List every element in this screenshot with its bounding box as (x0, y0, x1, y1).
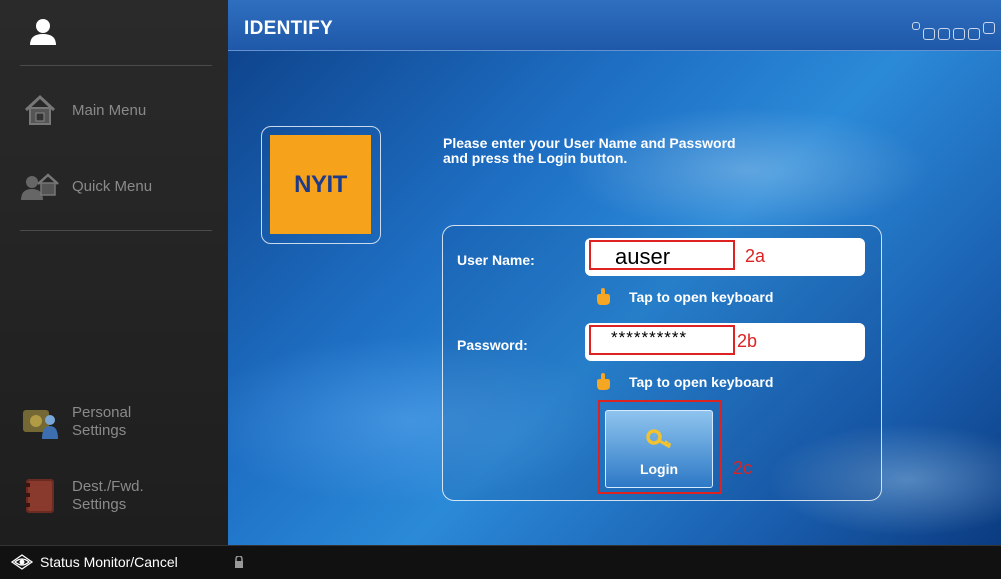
login-label: Login (639, 461, 679, 477)
page-title: IDENTIFY (244, 18, 333, 39)
sidebar-item-label: Quick Menu (72, 177, 153, 195)
address-book-icon (20, 478, 60, 514)
keyboard-hint-text: Tap to open keyboard (629, 289, 774, 305)
pointing-hand-icon (597, 288, 610, 305)
sidebar-item-dest-fwd-settings[interactable]: Dest./Fwd. Settings (20, 478, 144, 514)
sidebar-item-personal-settings[interactable]: Personal Settings (20, 404, 131, 440)
username-keyboard-hint[interactable]: Tap to open keyboard (595, 288, 773, 306)
status-monitor-label: Status Monitor/Cancel (40, 554, 178, 570)
username-label: User Name: (457, 252, 535, 268)
annotation-label: 2b (737, 331, 758, 351)
pointing-hand-icon (597, 373, 610, 390)
divider (20, 65, 212, 66)
status-bar: Status Monitor/Cancel (0, 545, 1001, 579)
keyboard-hint-text: Tap to open keyboard (629, 374, 774, 390)
nyit-logo: NYIT (270, 135, 371, 234)
password-value: ********** (611, 328, 688, 347)
sidebar: Main Menu Quick Menu Personal Settings D… (0, 0, 228, 545)
username-field[interactable]: auser 2a (585, 238, 865, 276)
password-label: Password: (457, 337, 528, 353)
main-panel: IDENTIFY NYIT Please enter your User Nam… (228, 0, 1001, 545)
logo-text: NYIT (294, 170, 347, 198)
eye-icon (10, 554, 34, 570)
password-field[interactable]: ********** 2b (585, 323, 865, 361)
title-bar: IDENTIFY (228, 0, 1001, 51)
user-area[interactable] (0, 0, 228, 64)
key-icon (646, 429, 672, 449)
sidebar-item-label: Dest./Fwd. Settings (72, 478, 144, 513)
sidebar-item-label: Personal Settings (72, 404, 132, 439)
login-panel: User Name: auser 2a Tap to open keyboard… (442, 225, 882, 501)
login-button[interactable]: Login (605, 410, 713, 488)
sidebar-item-quick-menu[interactable]: Quick Menu (20, 168, 152, 204)
status-monitor-button[interactable]: Status Monitor/Cancel (10, 554, 178, 570)
logo-frame: NYIT (261, 126, 381, 244)
user-icon[interactable] (28, 18, 58, 46)
annotation-label: 2a (745, 246, 766, 266)
instructions: Please enter your User Name and Password… (443, 135, 736, 166)
annotation-label: 2c (733, 458, 753, 478)
quick-menu-icon (20, 168, 60, 204)
lock-icon (235, 556, 243, 568)
password-keyboard-hint[interactable]: Tap to open keyboard (595, 373, 773, 391)
sidebar-item-main-menu[interactable]: Main Menu (20, 92, 146, 128)
home-icon (20, 92, 60, 128)
sidebar-item-label: Main Menu (72, 101, 147, 119)
personal-settings-icon (20, 404, 60, 440)
window-controls-icon (912, 22, 995, 40)
username-value: auser (615, 244, 671, 269)
divider (20, 230, 212, 231)
